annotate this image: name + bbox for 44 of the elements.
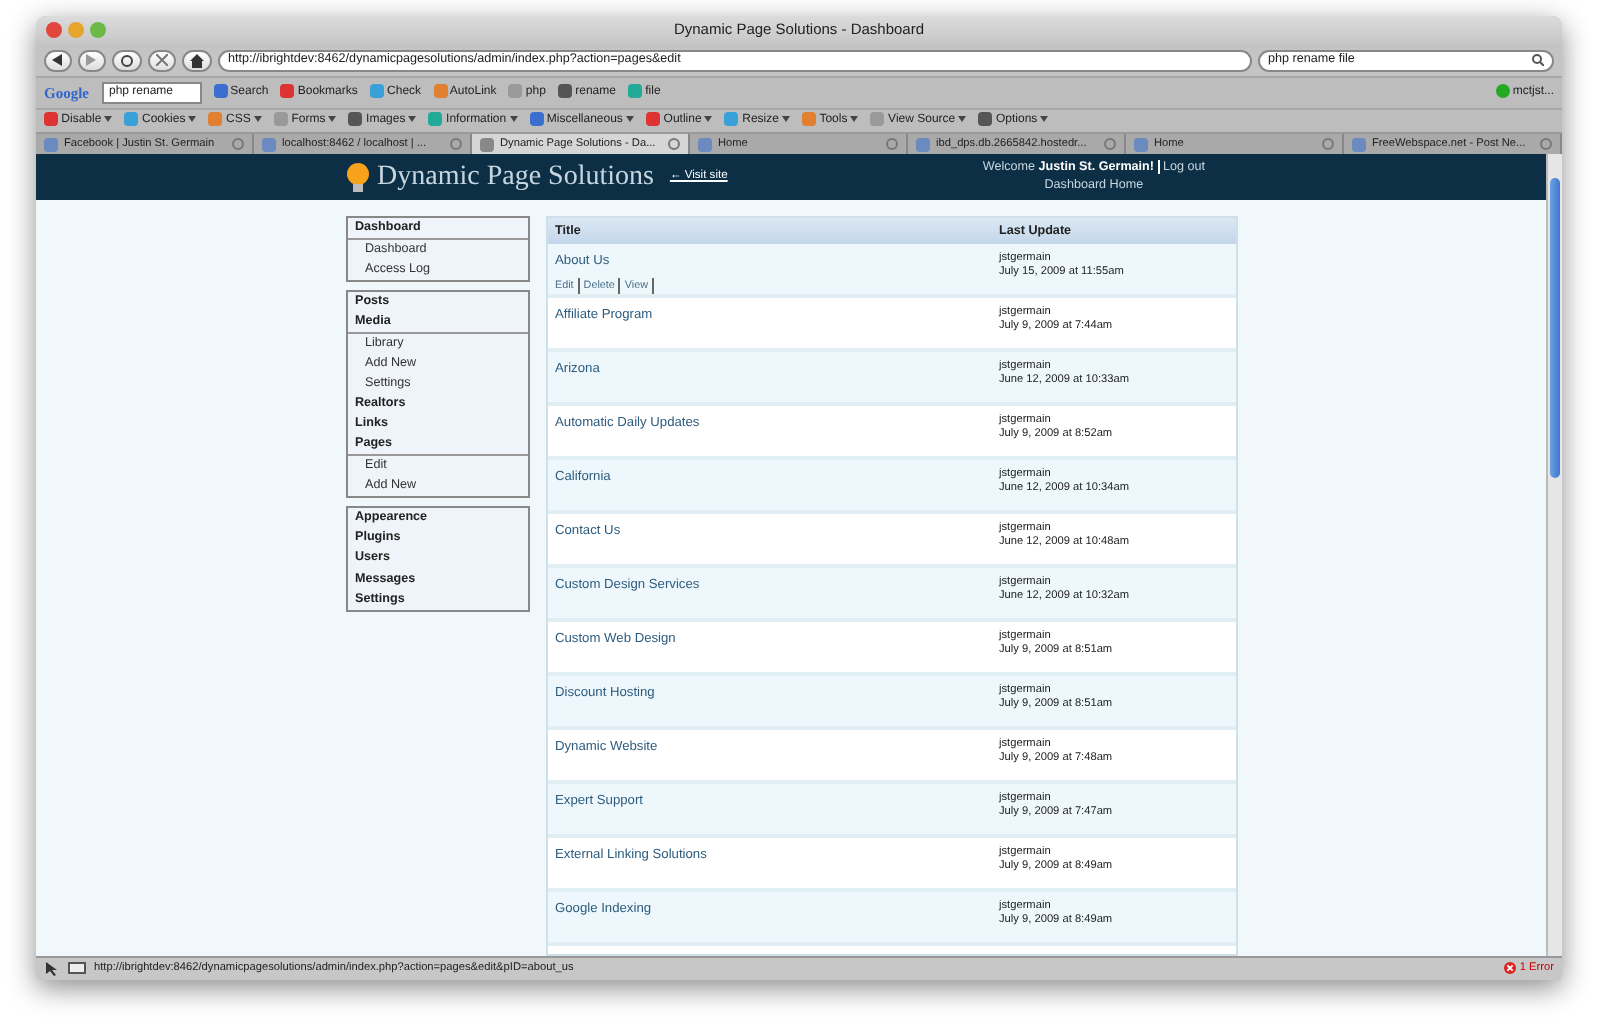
page-icon [1352, 137, 1366, 151]
toolbar-icon [44, 111, 58, 126]
error-icon [1503, 962, 1516, 975]
caret-icon [254, 115, 263, 122]
forward-icon [86, 54, 98, 66]
page-icon [262, 137, 276, 151]
back-button[interactable] [44, 49, 72, 71]
home-button[interactable] [182, 49, 212, 71]
zoom-icon[interactable] [90, 22, 106, 38]
toolbar-icon [124, 111, 139, 126]
separator-icon [1157, 160, 1160, 175]
caret-icon [1040, 115, 1049, 122]
caret-icon [958, 115, 967, 122]
reload-button[interactable] [112, 49, 142, 71]
cursor-icon [44, 962, 60, 976]
minimize-icon[interactable] [68, 22, 84, 38]
screen-icon [68, 962, 86, 976]
page-icon [1134, 137, 1148, 151]
search-icon [1532, 54, 1544, 66]
caret-icon [408, 115, 417, 122]
caret-icon [850, 115, 859, 122]
toolbar-icon [724, 111, 739, 126]
caret-icon [188, 115, 197, 122]
scrollbar[interactable] [1546, 154, 1562, 956]
caret-icon [509, 115, 518, 122]
page-icon [480, 137, 494, 151]
caret-icon [782, 115, 791, 122]
toolbar-icon [978, 111, 993, 126]
toolbar-icon [870, 111, 885, 126]
page-icon [698, 137, 712, 151]
site-name: Dynamic Page Solutions [377, 160, 654, 196]
page-icon [44, 137, 58, 151]
stop-icon [156, 54, 168, 66]
status-dot-icon [1495, 83, 1510, 98]
caret-icon [626, 115, 635, 122]
home-icon [190, 53, 204, 67]
light-bulb-icon [345, 161, 369, 193]
page-icon [916, 137, 930, 151]
back-icon [52, 54, 64, 66]
caret-icon [704, 115, 713, 122]
stop-button[interactable] [148, 49, 176, 71]
caret-icon [104, 115, 113, 122]
caret-icon [328, 115, 337, 122]
toolbar-icon [802, 111, 817, 126]
